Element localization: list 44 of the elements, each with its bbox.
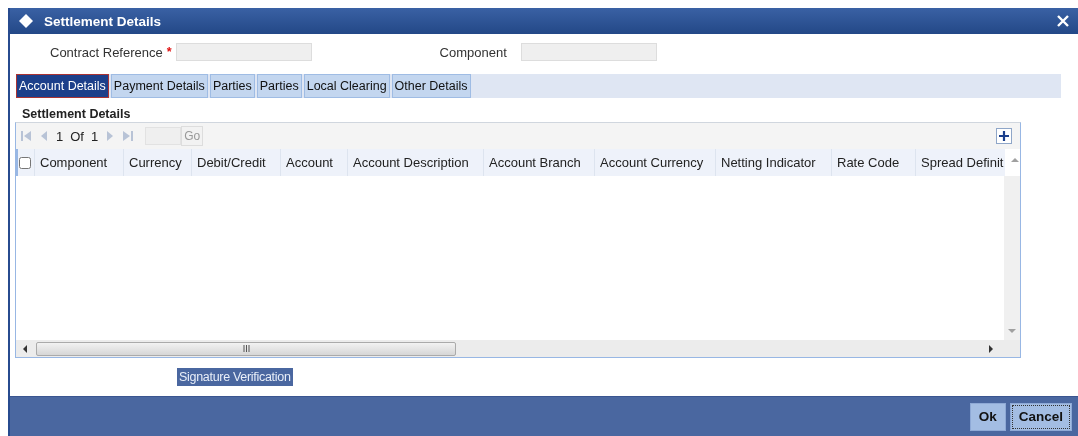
horizontal-scrollbar[interactable] (16, 340, 1020, 357)
input-field[interactable] (175, 43, 312, 61)
add-icon[interactable] (996, 128, 1012, 144)
column-header[interactable]: Account Currency (595, 149, 716, 176)
grip-icon[interactable] (242, 345, 250, 352)
last-page-icon[interactable] (122, 130, 135, 142)
cancel-button[interactable]: Cancel (1009, 402, 1072, 431)
diamond-icon[interactable] (18, 13, 34, 29)
close-icon[interactable] (1056, 14, 1070, 28)
column-header[interactable]: Debit/Credit (192, 149, 281, 176)
page-text: 1 (56, 128, 64, 144)
tab[interactable]: Local Clearing (303, 74, 390, 98)
tab[interactable]: Other Details (391, 74, 471, 98)
column-header[interactable]: Component (35, 149, 124, 176)
scroll-left-icon[interactable] (22, 344, 28, 353)
column-header[interactable]: Currency (124, 149, 192, 176)
column-header[interactable]: Spread Definit (916, 149, 1005, 176)
ok-button[interactable]: Ok (969, 402, 1006, 431)
tab[interactable]: Parties (256, 74, 302, 98)
select-all-checkbox[interactable] (19, 156, 31, 169)
column-header[interactable]: Account (281, 149, 348, 176)
section-title: Settlement Details (22, 107, 132, 121)
column-header[interactable]: Rate Code (832, 149, 916, 176)
column-header[interactable]: Account Description (348, 149, 484, 176)
tab[interactable]: Payment Details (110, 74, 208, 98)
required-mark: * (166, 45, 172, 59)
window-title: Settlement Details (44, 13, 163, 29)
tab[interactable]: Account Details (16, 74, 109, 98)
tab[interactable]: Parties (209, 74, 255, 98)
vertical-scrollbar[interactable] (1004, 176, 1020, 340)
scrollbar-thumb[interactable] (36, 341, 456, 356)
input-field[interactable] (520, 43, 657, 61)
scroll-up-icon[interactable] (1011, 157, 1019, 163)
scroll-right-icon[interactable] (988, 344, 994, 353)
page-text: 1 (90, 128, 99, 144)
field-label: Contract Reference (50, 44, 163, 60)
signature-verification-button[interactable]: Signature Verification (177, 368, 293, 386)
column-header[interactable]: Netting Indicator (716, 149, 832, 176)
page-text: Of (70, 128, 84, 144)
column-header[interactable]: Account Branch (484, 149, 595, 176)
field-label: Component (439, 44, 507, 60)
first-page-icon[interactable] (20, 130, 32, 142)
previous-page-icon[interactable] (39, 130, 49, 142)
scroll-down-icon[interactable] (1008, 328, 1016, 334)
